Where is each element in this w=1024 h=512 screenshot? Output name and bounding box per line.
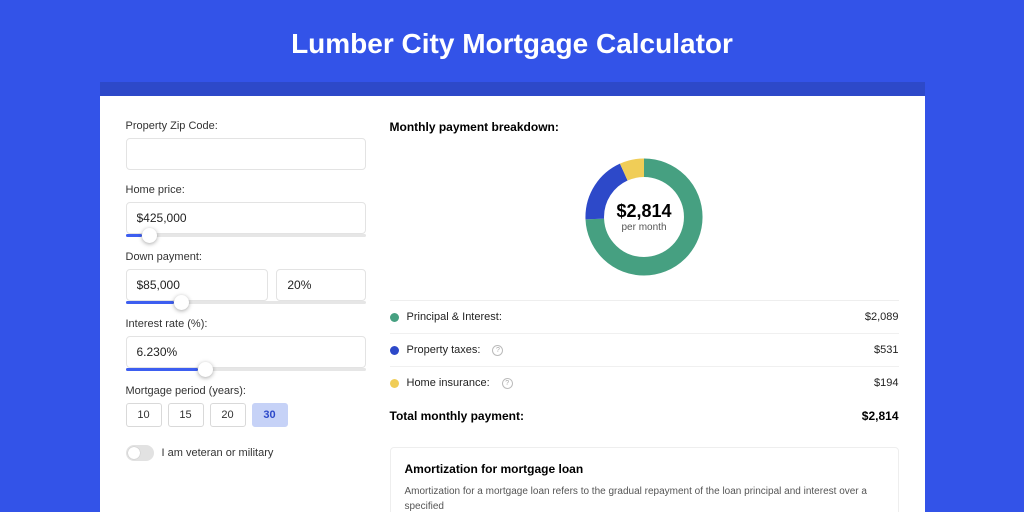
zip-label: Property Zip Code: [126, 120, 366, 132]
calculator-card: Property Zip Code: Home price: Down paym… [100, 96, 925, 512]
zip-input[interactable] [126, 138, 366, 170]
donut-chart: $2,814 per month [579, 152, 709, 282]
veteran-label: I am veteran or military [162, 447, 274, 459]
interest-rate-label: Interest rate (%): [126, 318, 366, 330]
breakdown-title: Monthly payment breakdown: [390, 120, 899, 134]
period-btn-20[interactable]: 20 [210, 403, 246, 427]
legend-row-taxes: Property taxes: ? $531 [390, 334, 899, 367]
period-group: Mortgage period (years): 10 15 20 30 [126, 385, 366, 427]
period-label: Mortgage period (years): [126, 385, 366, 397]
veteran-toggle[interactable] [126, 445, 154, 461]
home-price-slider-thumb[interactable] [142, 228, 157, 243]
interest-rate-slider-fill [126, 368, 198, 371]
total-row: Total monthly payment: $2,814 [390, 399, 899, 433]
interest-rate-slider-thumb[interactable] [198, 362, 213, 377]
donut-center-label: per month [621, 222, 666, 233]
period-btn-10[interactable]: 10 [126, 403, 162, 427]
dot-taxes [390, 346, 399, 355]
info-icon[interactable]: ? [502, 378, 513, 389]
home-price-input[interactable] [126, 202, 366, 234]
down-payment-slider[interactable] [126, 301, 366, 304]
legend-value-insurance: $194 [874, 377, 898, 389]
period-button-row: 10 15 20 30 [126, 403, 366, 427]
legend-value-taxes: $531 [874, 344, 898, 356]
down-payment-slider-fill [126, 301, 174, 304]
home-price-slider-fill [126, 234, 143, 237]
down-payment-group: Down payment: [126, 251, 366, 304]
veteran-toggle-knob [128, 447, 140, 459]
price-group: Home price: [126, 184, 366, 237]
veteran-row: I am veteran or military [126, 445, 366, 461]
period-btn-15[interactable]: 15 [168, 403, 204, 427]
donut-center: $2,814 per month [579, 152, 709, 282]
home-price-slider[interactable] [126, 234, 366, 237]
zip-group: Property Zip Code: [126, 120, 366, 170]
interest-rate-input[interactable] [126, 336, 366, 368]
interest-rate-group: Interest rate (%): [126, 318, 366, 371]
amortization-title: Amortization for mortgage loan [405, 462, 884, 476]
period-btn-30[interactable]: 30 [252, 403, 288, 427]
amortization-body: Amortization for a mortgage loan refers … [405, 484, 884, 512]
legend-row-principal: Principal & Interest: $2,089 [390, 301, 899, 334]
donut-chart-wrap: $2,814 per month [390, 146, 899, 300]
dot-insurance [390, 379, 399, 388]
legend-value-principal: $2,089 [865, 311, 899, 323]
down-payment-input[interactable] [126, 269, 269, 301]
total-label: Total monthly payment: [390, 409, 524, 423]
input-panel: Property Zip Code: Home price: Down paym… [126, 120, 366, 512]
down-payment-label: Down payment: [126, 251, 366, 263]
down-payment-slider-thumb[interactable] [174, 295, 189, 310]
home-price-label: Home price: [126, 184, 366, 196]
total-value: $2,814 [862, 409, 899, 423]
donut-center-value: $2,814 [616, 201, 671, 222]
page-title: Lumber City Mortgage Calculator [0, 0, 1024, 82]
dot-principal [390, 313, 399, 322]
amortization-card: Amortization for mortgage loan Amortizat… [390, 447, 899, 512]
legend: Principal & Interest: $2,089 Property ta… [390, 300, 899, 399]
legend-label-insurance: Home insurance: [407, 377, 490, 389]
info-icon[interactable]: ? [492, 345, 503, 356]
legend-row-insurance: Home insurance: ? $194 [390, 367, 899, 399]
breakdown-panel: Monthly payment breakdown: $2,814 per mo… [390, 120, 899, 512]
interest-rate-slider[interactable] [126, 368, 366, 371]
card-shadow [100, 82, 925, 96]
down-payment-pct-input[interactable] [276, 269, 365, 301]
legend-label-taxes: Property taxes: [407, 344, 481, 356]
legend-label-principal: Principal & Interest: [407, 311, 502, 323]
